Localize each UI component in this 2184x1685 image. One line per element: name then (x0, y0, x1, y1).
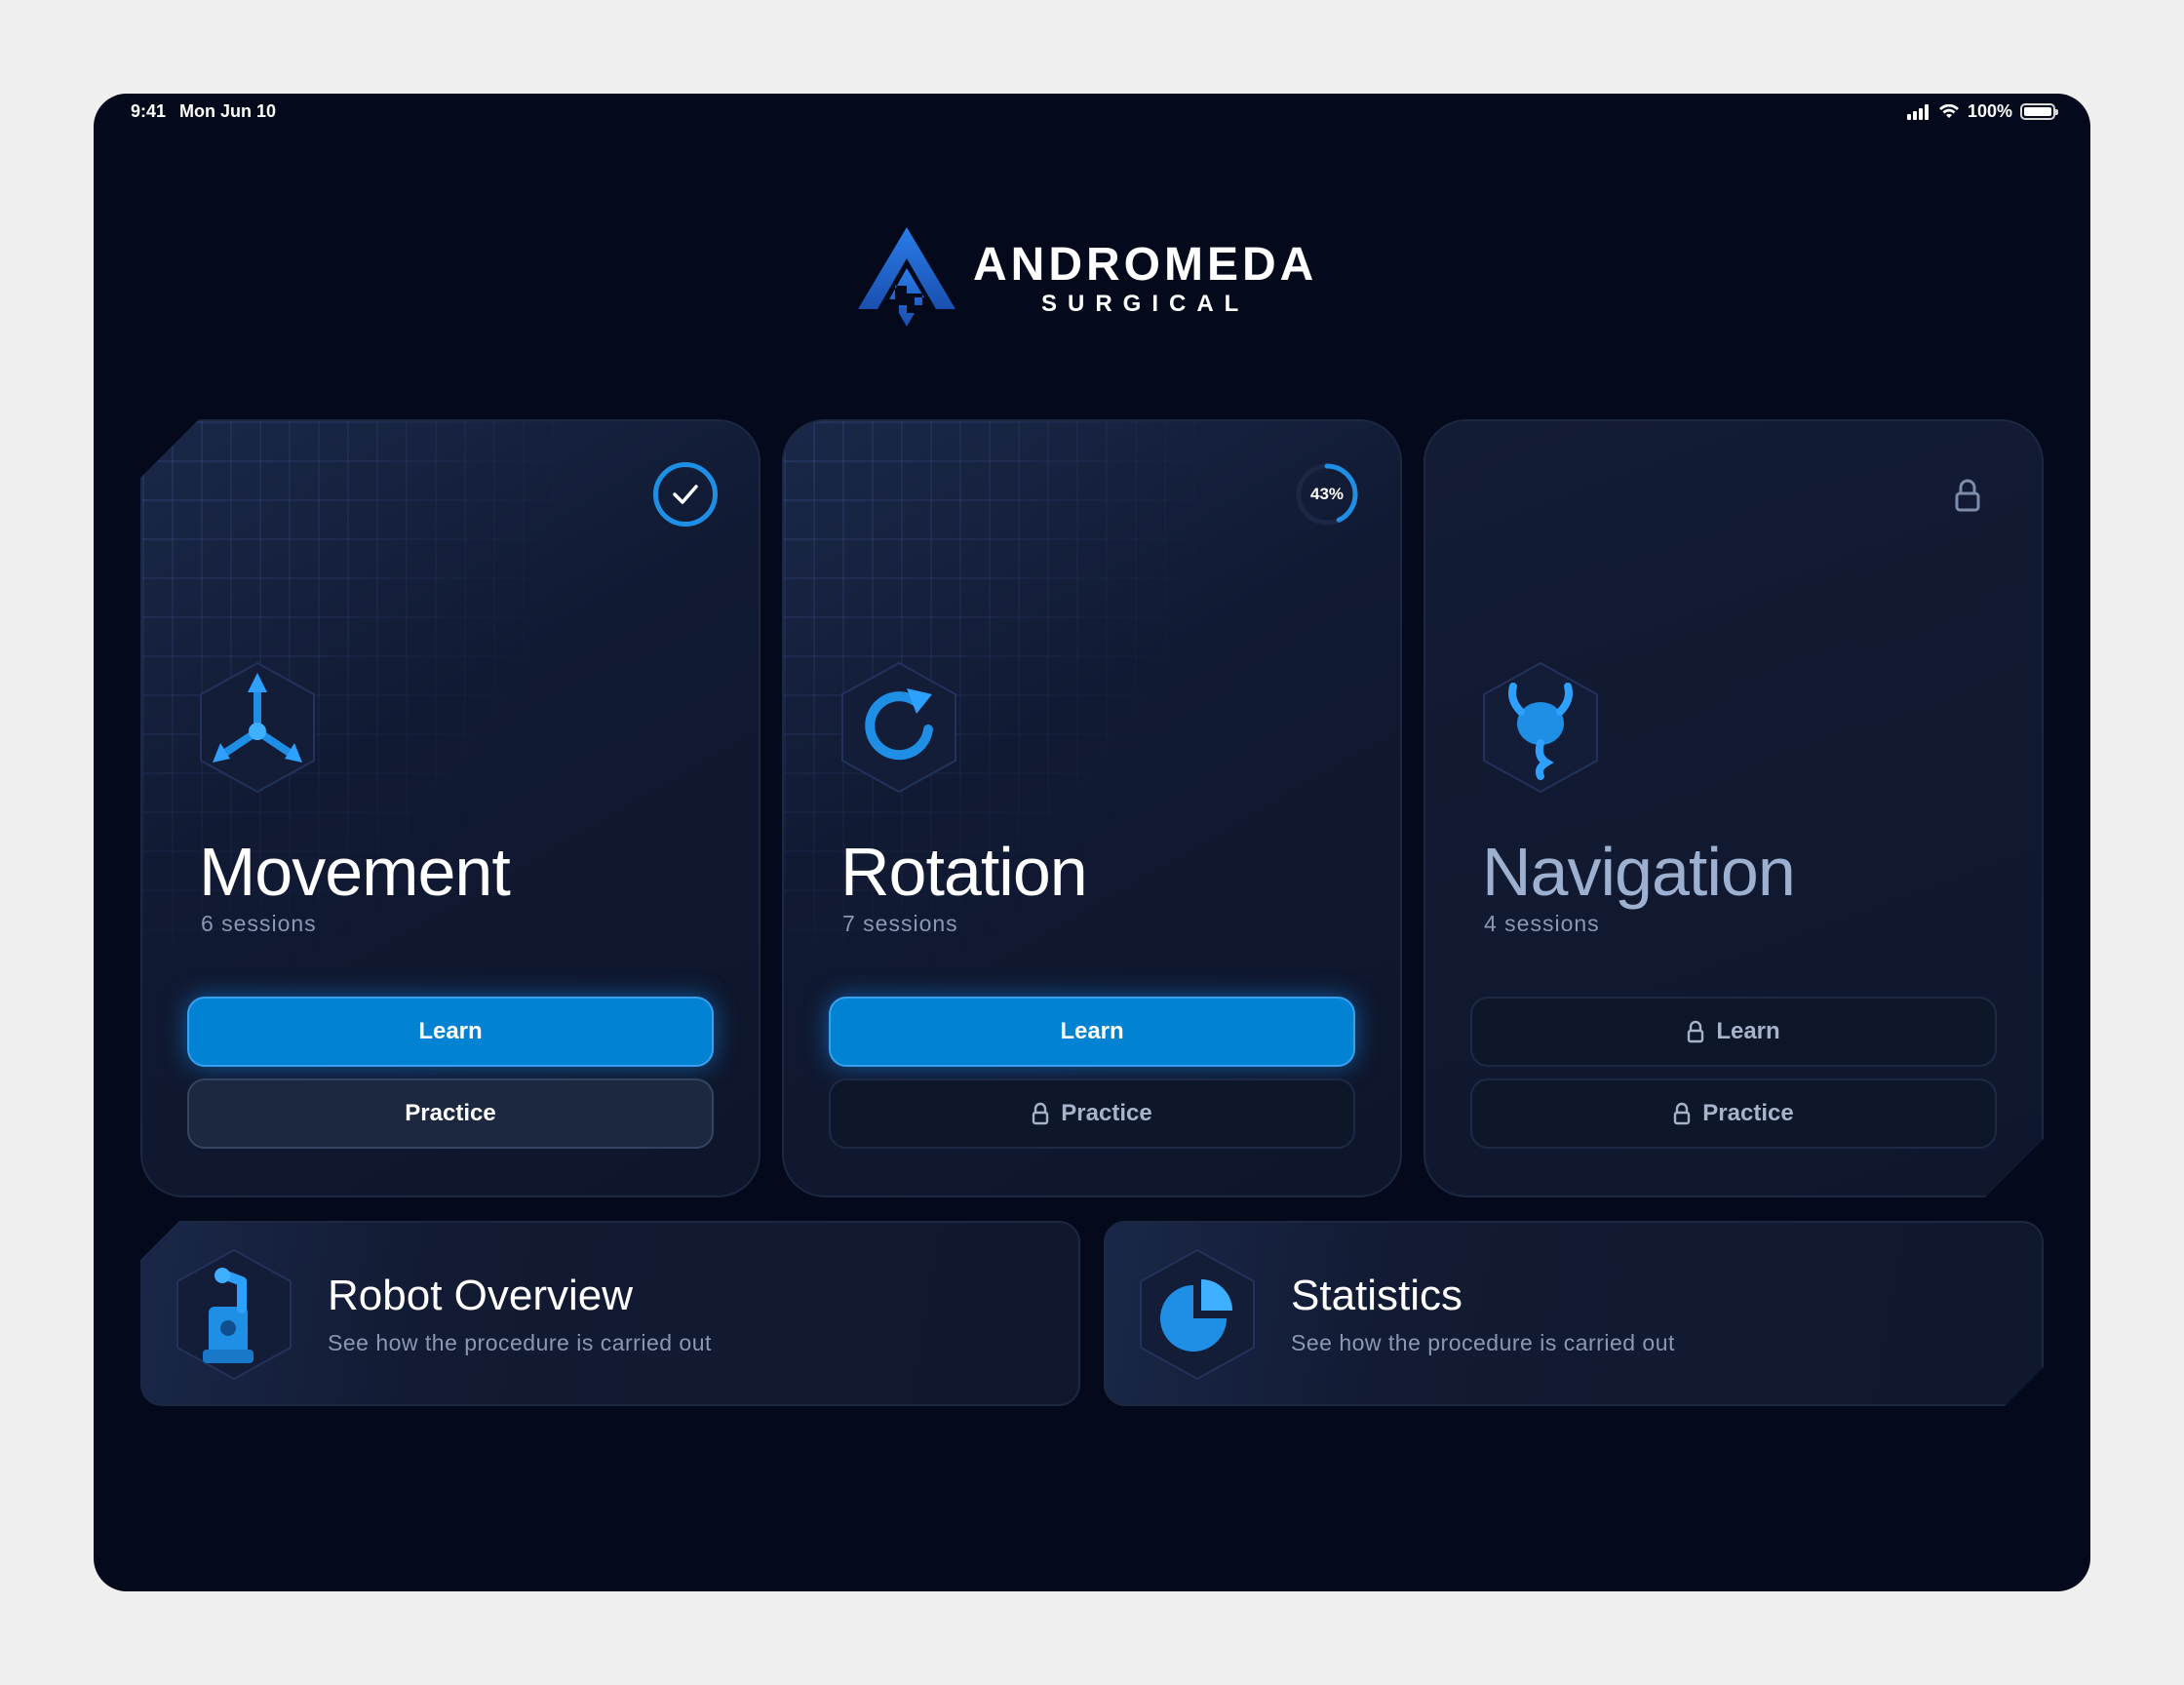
status-right: 100% (1906, 101, 2058, 122)
module-card-movement[interactable]: Movement 6 sessions Learn Practice (140, 419, 760, 1197)
module-card-rotation[interactable]: 43% Rotation 7 sessions Learn Practice (782, 419, 1402, 1197)
learn-button-label: Learn (1060, 1018, 1124, 1044)
cellular-signal-icon (1906, 103, 1929, 120)
brand-logo: ANDROMEDA SURGICAL (856, 220, 1363, 337)
bladder-organ-icon (1480, 661, 1601, 794)
battery-icon (2020, 103, 2058, 120)
practice-button-label: Practice (1061, 1100, 1152, 1126)
andromeda-logo-icon (858, 227, 956, 327)
battery-percent: 100% (1967, 101, 2012, 121)
learn-button[interactable]: Learn (829, 997, 1355, 1067)
learn-button-label: Learn (1716, 1018, 1780, 1044)
practice-button-locked[interactable]: Practice (829, 1078, 1355, 1149)
brand-subtitle: SURGICAL (1040, 291, 1250, 317)
tile-subtitle: See how the procedure is carried out (328, 1330, 712, 1355)
lock-icon (1673, 1102, 1691, 1125)
module-sessions: 7 sessions (842, 911, 958, 936)
status-left: 9:41 Mon Jun 10 (131, 101, 276, 122)
tile-subtitle: See how the procedure is carried out (1291, 1330, 1675, 1355)
module-card-navigation[interactable]: Navigation 4 sessions Learn Practice (1424, 419, 2044, 1197)
practice-button-locked[interactable]: Practice (1470, 1078, 1997, 1149)
tile-robot-overview[interactable]: Robot Overview See how the procedure is … (140, 1221, 1080, 1406)
status-time: 9:41 (131, 101, 167, 121)
module-title: Movement (199, 834, 511, 910)
module-title: Navigation (1482, 834, 1795, 910)
practice-button[interactable]: Practice (187, 1078, 714, 1149)
learn-button-locked[interactable]: Learn (1470, 997, 1997, 1067)
axes-arrows-icon (200, 661, 315, 794)
module-sessions: 4 sessions (1484, 911, 1600, 936)
progress-percent: 43% (1309, 485, 1345, 503)
tablet-screen: 9:41 Mon Jun 10 100% ANDROMEDA SURGICAL … (94, 94, 2090, 1591)
practice-button-label: Practice (1702, 1100, 1794, 1126)
completed-check-icon (653, 462, 718, 527)
robot-arm-icon (176, 1248, 292, 1381)
tile-title: Robot Overview (328, 1272, 634, 1319)
status-bar: 9:41 Mon Jun 10 100% (94, 94, 2090, 133)
learn-button-label: Learn (418, 1018, 483, 1044)
brand-name: ANDROMEDA (973, 239, 1318, 291)
lock-icon (1687, 1020, 1704, 1043)
tile-statistics[interactable]: Statistics See how the procedure is carr… (1104, 1221, 2044, 1406)
rotate-arrow-icon (841, 661, 956, 794)
pie-chart-icon (1137, 1248, 1258, 1381)
practice-button-label: Practice (405, 1100, 496, 1126)
module-sessions: 6 sessions (201, 911, 317, 936)
brand-text: ANDROMEDA SURGICAL (973, 242, 1317, 316)
wifi-icon (1938, 103, 1959, 118)
tile-title: Statistics (1291, 1272, 1463, 1319)
progress-ring: 43% (1295, 462, 1359, 527)
lock-icon (1033, 1102, 1049, 1125)
lock-icon (1954, 478, 1981, 513)
module-title: Rotation (840, 834, 1088, 910)
learn-button[interactable]: Learn (187, 997, 714, 1067)
status-date: Mon Jun 10 (179, 101, 277, 121)
